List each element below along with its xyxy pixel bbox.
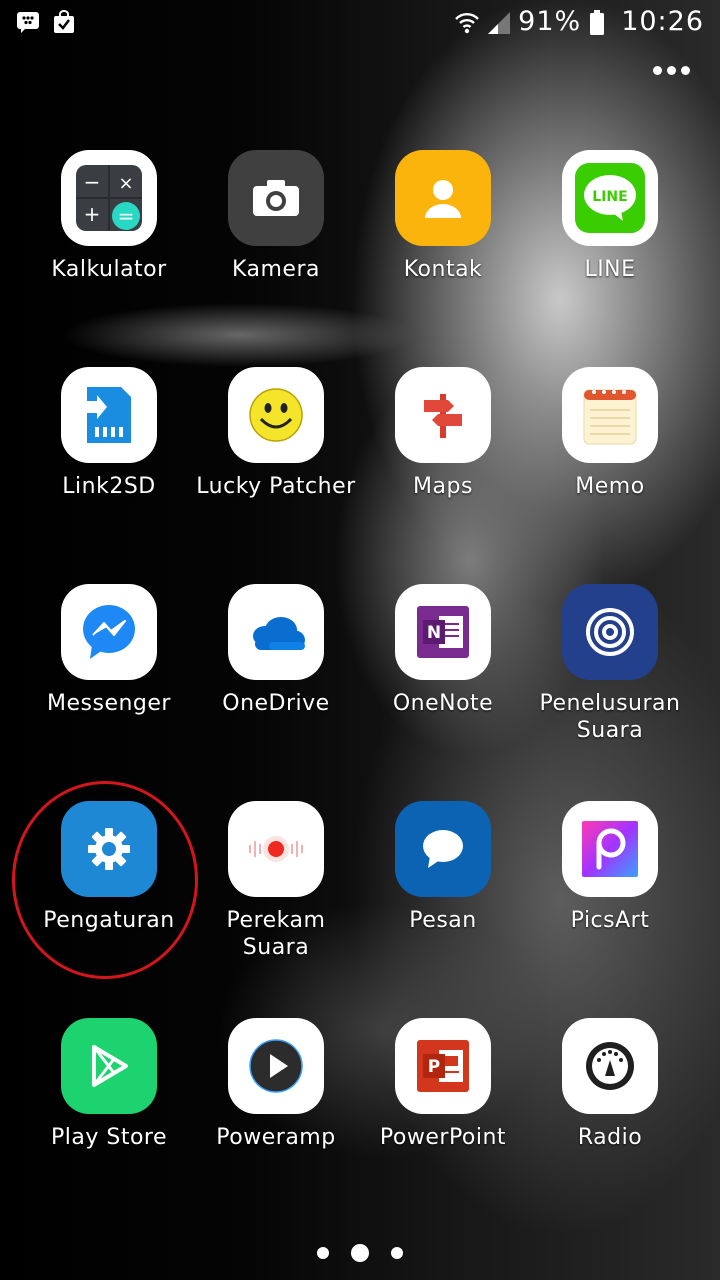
svg-text:=: = <box>118 204 135 228</box>
app-poweramp[interactable]: Poweramp <box>192 1018 360 1151</box>
powerpoint-icon: P <box>395 1018 491 1114</box>
page-dot[interactable] <box>317 1247 329 1259</box>
radio-icon <box>562 1018 658 1114</box>
app-picsart[interactable]: PicsArt <box>526 801 694 934</box>
app-label: Kamera <box>231 257 320 282</box>
app-label: Pesan <box>409 908 477 933</box>
app-messenger[interactable]: Messenger <box>25 584 193 717</box>
voice-recorder-icon <box>228 801 324 897</box>
battery-icon <box>589 9 613 35</box>
line-icon: LINE <box>562 150 658 246</box>
cloud-icon <box>228 584 324 680</box>
app-label: OneDrive <box>222 691 330 716</box>
play-store-icon <box>61 1018 157 1114</box>
app-label: PowerPoint <box>379 1125 507 1150</box>
app-label: Kontak <box>403 257 483 282</box>
play-circle-icon <box>228 1018 324 1114</box>
messenger-icon <box>61 584 157 680</box>
svg-text:×: × <box>118 173 133 194</box>
clock: 10:26 <box>621 6 704 37</box>
app-play-store[interactable]: Play Store <box>25 1018 193 1151</box>
highlight-circle <box>12 781 198 979</box>
more-options-button[interactable] <box>653 66 690 75</box>
contact-icon <box>395 150 491 246</box>
svg-text:P: P <box>428 1057 440 1077</box>
app-powerpoint[interactable]: P PowerPoint <box>359 1018 527 1151</box>
signpost-icon <box>395 367 491 463</box>
svg-text:N: N <box>427 623 441 643</box>
menu-dot-icon <box>653 66 662 75</box>
app-label: Memo <box>575 474 645 499</box>
svg-text:−: − <box>84 170 101 194</box>
app-link2sd[interactable]: Link2SD <box>25 367 193 500</box>
page-dot[interactable] <box>391 1247 403 1259</box>
app-label: LINE <box>584 257 636 282</box>
menu-dot-icon <box>681 66 690 75</box>
app-label: Link2SD <box>62 474 156 499</box>
picsart-icon <box>562 801 658 897</box>
svg-text:LINE: LINE <box>592 189 627 205</box>
app-maps[interactable]: Maps <box>359 367 527 500</box>
page-dot-active[interactable] <box>351 1244 369 1262</box>
app-lucky-patcher[interactable]: Lucky Patcher <box>192 367 360 500</box>
svg-text:+: + <box>84 202 101 226</box>
app-line[interactable]: LINE LINE <box>526 150 694 283</box>
notepad-icon <box>562 367 658 463</box>
app-onenote[interactable]: N OneNote <box>359 584 527 717</box>
page-indicator <box>0 1244 720 1262</box>
app-label: OneNote <box>392 691 494 716</box>
app-label: Kalkulator <box>51 257 167 282</box>
app-label: PicsArt <box>570 908 650 933</box>
app-onedrive[interactable]: OneDrive <box>192 584 360 717</box>
app-pesan[interactable]: Pesan <box>359 801 527 934</box>
app-kamera[interactable]: Kamera <box>192 150 360 283</box>
app-radio[interactable]: Radio <box>526 1018 694 1151</box>
calculator-icon: − × + = <box>61 150 157 246</box>
onenote-icon: N <box>395 584 491 680</box>
battery-percentage: 91% <box>518 6 582 37</box>
app-label: Maps <box>413 474 473 499</box>
sdcard-icon <box>61 367 157 463</box>
message-bubble-icon <box>395 801 491 897</box>
app-label: Play Store <box>50 1125 168 1150</box>
smiley-icon <box>228 367 324 463</box>
app-label: Penelusuran Suara <box>539 691 681 743</box>
app-penelusuran-suara[interactable]: Penelusuran Suara <box>526 584 694 744</box>
menu-dot-icon <box>667 66 676 75</box>
app-label: Messenger <box>47 691 171 716</box>
app-label: Lucky Patcher <box>196 474 356 499</box>
wifi-icon <box>454 10 480 34</box>
app-memo[interactable]: Memo <box>526 367 694 500</box>
app-perekam-suara[interactable]: Perekam Suara <box>192 801 360 961</box>
signal-icon <box>486 10 511 34</box>
app-label: Poweramp <box>216 1125 336 1150</box>
voice-search-icon <box>562 584 658 680</box>
camera-icon <box>228 150 324 246</box>
status-bar: 91% 10:26 <box>0 0 720 48</box>
app-kontak[interactable]: Kontak <box>359 150 527 283</box>
app-kalkulator[interactable]: − × + = Kalkulator <box>25 150 193 283</box>
app-label: Perekam Suara <box>226 908 326 960</box>
shopping-bag-check-icon <box>52 10 76 34</box>
bbm-icon <box>16 10 40 34</box>
app-label: Radio <box>577 1125 643 1150</box>
